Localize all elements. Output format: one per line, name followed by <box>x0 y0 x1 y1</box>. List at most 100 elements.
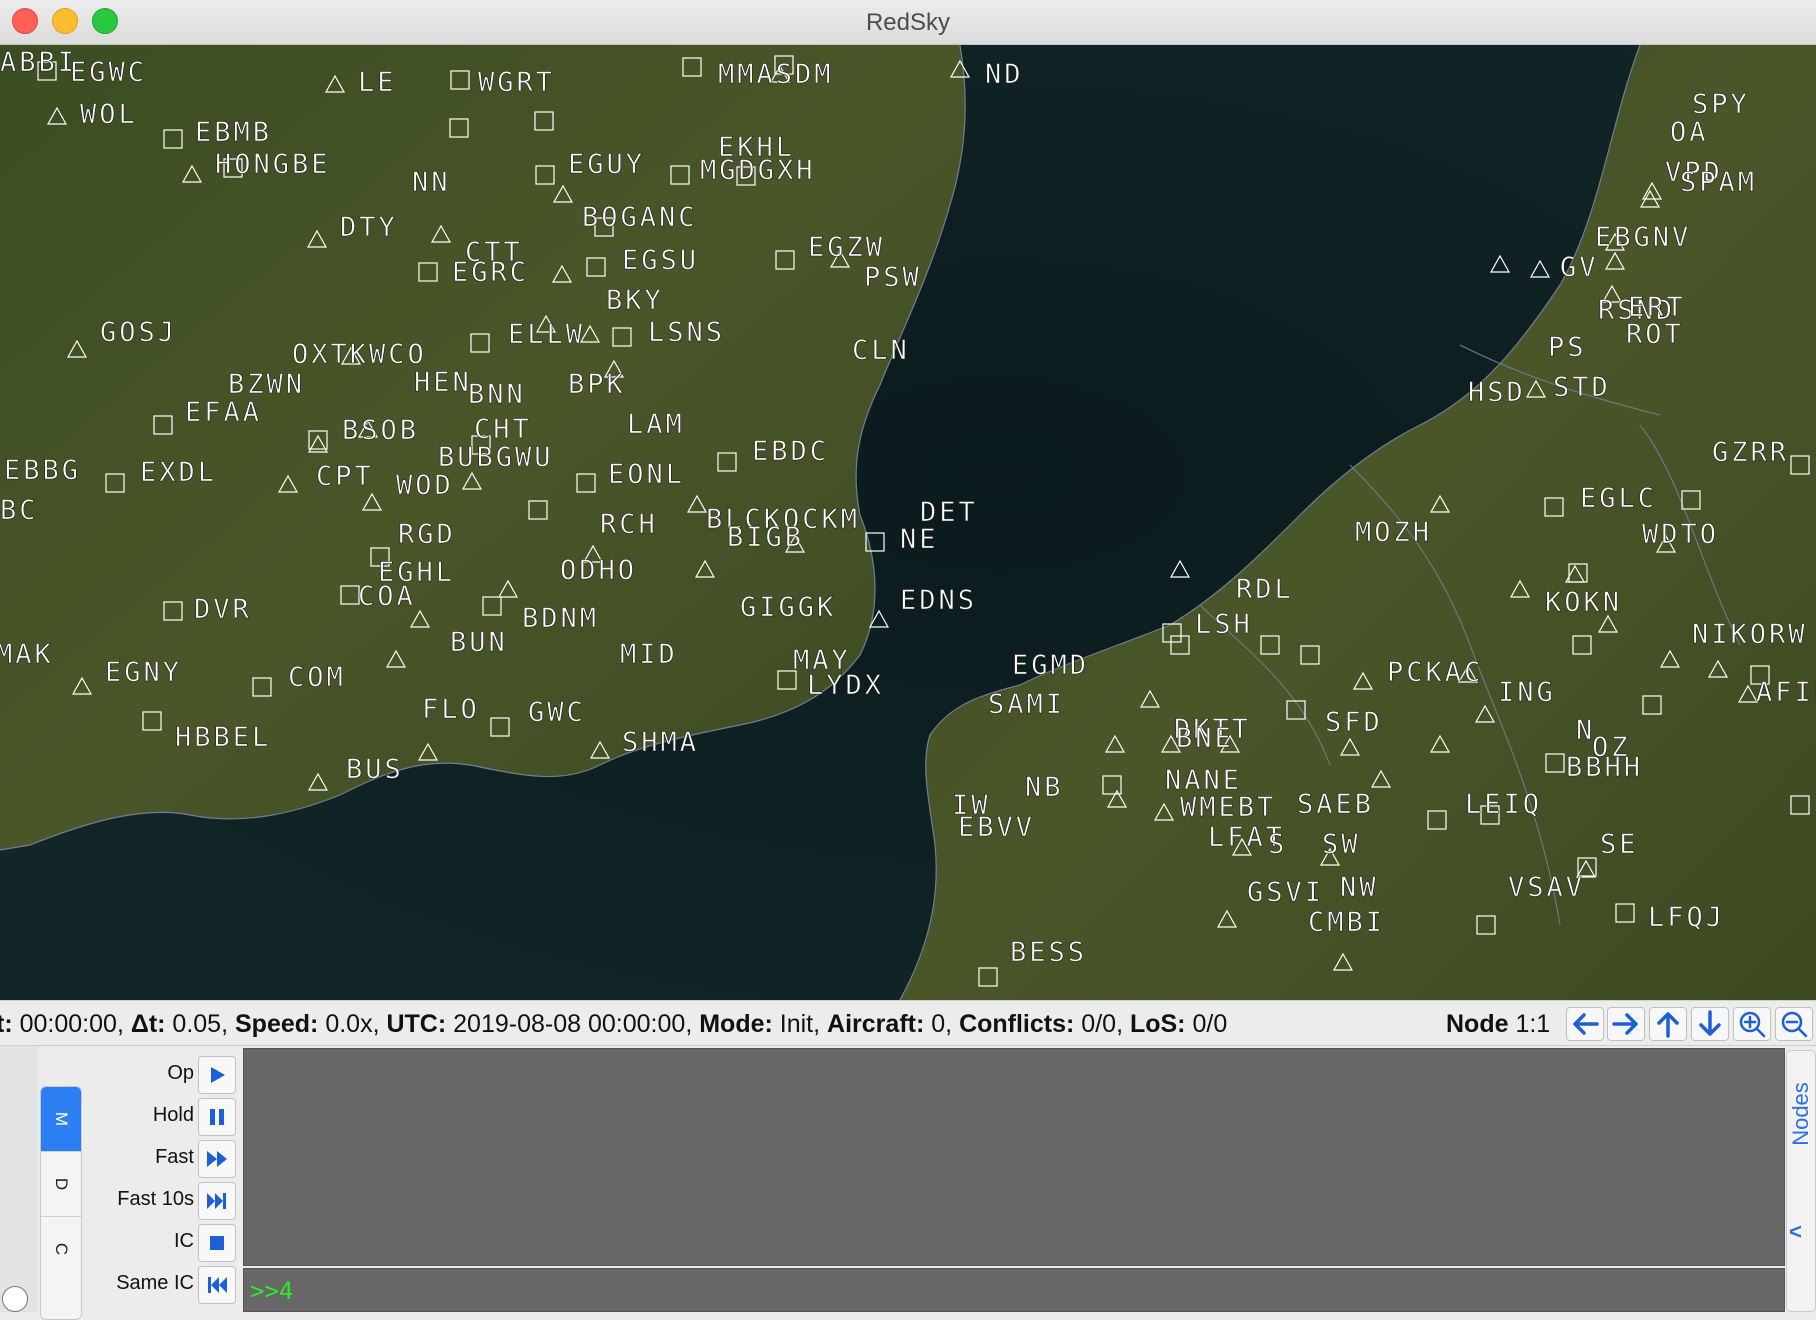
map-label: HONGBE <box>215 149 331 180</box>
ic-control: IC <box>86 1222 236 1262</box>
map-label: MAK <box>0 639 54 670</box>
map-label: WDTO <box>1642 519 1719 550</box>
map-label: WOL <box>80 99 138 130</box>
map-label: BUS <box>346 754 404 785</box>
map-label: ODHO <box>560 555 637 586</box>
map-label: SHMA <box>622 727 699 758</box>
map-label: EGNY <box>105 657 182 688</box>
conflicts-value: 0/0 <box>1081 1010 1117 1038</box>
pan-left-button[interactable] <box>1566 1007 1604 1041</box>
map-label: MID <box>620 639 678 670</box>
map-label: RGD <box>398 519 456 550</box>
aircraft-value: 0 <box>931 1010 946 1038</box>
map-label: PCKAC <box>1387 657 1483 688</box>
conflicts-label: Conflicts: <box>959 1010 1075 1038</box>
map-label: EXDL <box>140 457 217 488</box>
fast-forward-icon <box>207 1151 227 1167</box>
same-ic-label: Same IC <box>116 1272 194 1294</box>
map-label: EGWC <box>70 57 147 88</box>
status-bar: t: 00:00:00, Δt: 0.05, Speed: 0.0x, UTC:… <box>0 1000 1816 1046</box>
utc-value: 2019-08-08 00:00:00 <box>453 1010 686 1038</box>
map-label: BBHH <box>1566 752 1643 783</box>
map-label: GV <box>1560 252 1599 283</box>
console-input[interactable]: >>4 <box>243 1268 1785 1312</box>
map-label: NE <box>900 524 939 555</box>
map-label: BSOB <box>342 415 419 446</box>
zoom-in-icon <box>1739 1011 1766 1038</box>
op-control: Op <box>86 1054 236 1094</box>
hold-button[interactable] <box>198 1098 236 1136</box>
ic-label: IC <box>174 1230 194 1252</box>
tab-m-label: M <box>51 1111 71 1127</box>
map-label: ABBI <box>0 47 77 78</box>
map-label: SAMI <box>988 689 1065 720</box>
map-label: HEN <box>414 367 472 398</box>
map-label: BNN <box>468 379 526 410</box>
window-title: RedSky <box>865 9 951 36</box>
dt-value: 0.05 <box>172 1010 222 1038</box>
map-label: NW <box>1340 872 1379 903</box>
map-label: RCH <box>600 509 658 540</box>
map-label: RDL <box>1236 574 1294 605</box>
map-label: COM <box>288 662 346 693</box>
arrow-right-icon <box>1612 1013 1638 1035</box>
utc-label: UTC: <box>386 1010 447 1038</box>
node-value: 1:1 <box>1515 1010 1551 1038</box>
map-label: BPK <box>568 369 626 400</box>
fast10s-button[interactable] <box>198 1182 236 1220</box>
map-label: EGUY <box>568 149 645 180</box>
pan-down-button[interactable] <box>1691 1007 1729 1041</box>
map-label: EFAA <box>185 397 262 428</box>
sim-controls: Op Hold Fast Fast 10s IC Same IC <box>86 1046 236 1312</box>
map-label: LSH <box>1195 609 1253 640</box>
map-label: EGHL <box>378 557 455 588</box>
map-label: SW <box>1322 829 1361 860</box>
zoom-in-button[interactable] <box>1733 1007 1771 1041</box>
sim-time-value: 00:00:00 <box>19 1010 117 1038</box>
map-label: SAEB <box>1297 789 1374 820</box>
map-label: HSD <box>1468 377 1526 408</box>
pan-up-button[interactable] <box>1649 1007 1687 1041</box>
arrow-up-icon <box>1657 1012 1679 1038</box>
fast-label: Fast <box>155 1146 194 1168</box>
detach-icon[interactable] <box>2 1286 28 1312</box>
stop-icon <box>210 1236 224 1250</box>
radar-map[interactable]: EGWC WOL LE WGRT MMASDM ND SPY OA EBMB HONGBE NN EG… <box>0 45 1816 1000</box>
nodes-label: Nodes <box>1788 1082 1813 1146</box>
tab-c[interactable]: C <box>41 1217 81 1281</box>
map-label: WMEBT <box>1180 792 1276 823</box>
op-button[interactable] <box>198 1056 236 1094</box>
map-label: EBGNV <box>1595 222 1691 253</box>
mode-label: Mode: <box>699 1010 773 1038</box>
map-label: EGLC <box>1580 483 1657 514</box>
same-ic-button[interactable] <box>198 1266 236 1304</box>
chevron-left-icon[interactable]: < <box>1789 1219 1802 1245</box>
fast-button[interactable] <box>198 1140 236 1178</box>
pause-icon <box>210 1109 224 1125</box>
map-label: EDNS <box>900 585 977 616</box>
map-label: MMASDM <box>718 59 834 90</box>
tab-m[interactable]: M <box>41 1087 81 1152</box>
tab-d[interactable]: D <box>41 1152 81 1217</box>
map-label: GZRR <box>1712 437 1789 468</box>
pan-right-button[interactable] <box>1607 1007 1645 1041</box>
map-label: CLN <box>852 335 910 366</box>
sim-time-label: t: <box>0 1010 13 1038</box>
tab-d-label: D <box>52 1177 71 1191</box>
map-label: LE <box>358 67 397 98</box>
map-label: EGRC <box>452 257 529 288</box>
map-label: BDNM <box>522 603 599 634</box>
map-label: SPAM <box>1680 167 1757 198</box>
map-label: KOKN <box>1545 587 1622 618</box>
ic-button[interactable] <box>198 1224 236 1262</box>
zoom-out-button[interactable] <box>1775 1007 1813 1041</box>
map-label: DVR <box>194 594 252 625</box>
map-label: DTY <box>340 212 398 243</box>
zoom-out-icon <box>1781 1011 1808 1038</box>
map-label: FLO <box>422 694 480 725</box>
map-label: GOSJ <box>100 317 177 348</box>
nodes-panel-tab[interactable]: Nodes < <box>1786 1050 1816 1312</box>
map-label: LAM <box>627 409 685 440</box>
map-label: HBBEL <box>175 722 271 753</box>
map-label: NIKORW <box>1692 619 1808 650</box>
